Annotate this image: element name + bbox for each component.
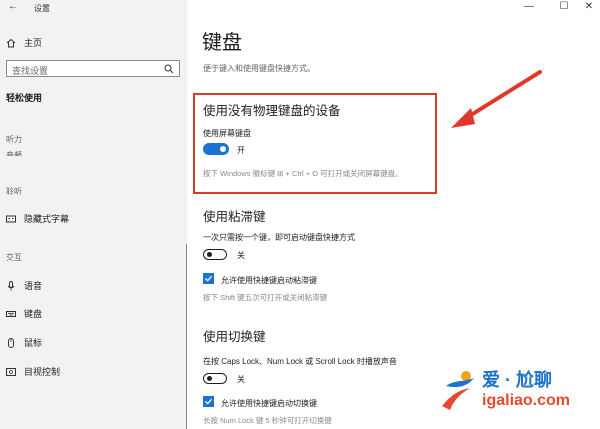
minimize-button[interactable]: — <box>518 0 540 12</box>
togglekeys-heading: 使用切换键 <box>203 330 266 344</box>
sidebar-item-speech[interactable]: 语音 <box>6 279 42 292</box>
sidebar-item-label: 隐藏式字幕 <box>24 214 70 224</box>
red-arrow-icon <box>451 70 542 128</box>
togglekeys-shortcut-checkbox[interactable] <box>203 396 214 407</box>
sidebar-item-label: 鼠标 <box>24 338 43 348</box>
window-title: 设置 <box>34 4 50 13</box>
watermark-domain: igaliao.com <box>482 392 571 409</box>
section-interaction: 交互 <box>6 253 22 262</box>
sidebar-item-home[interactable]: 主页 <box>6 36 42 49</box>
checkmark-icon <box>205 275 212 282</box>
search-placeholder: 查找设置 <box>12 66 49 76</box>
search-icon <box>164 64 174 74</box>
section-hearing: 听力 <box>6 135 22 144</box>
sidebar-item-eye-control[interactable]: 目视控制 <box>6 365 60 378</box>
sticky-shortcut-checkbox[interactable] <box>203 273 214 284</box>
maximize-button[interactable]: ☐ <box>553 0 575 12</box>
highlight-box <box>193 93 437 194</box>
microphone-icon <box>7 280 15 290</box>
section-vision-partial: 聆听 <box>6 187 22 196</box>
keyboard-icon <box>6 310 16 317</box>
sidebar-item-label: 键盘 <box>24 309 43 319</box>
sidebar-item-label: 目视控制 <box>24 367 61 377</box>
category-title: 轻松使用 <box>6 93 43 103</box>
captions-icon <box>6 215 16 222</box>
sticky-shortcut-label: 允许使用快捷键启动粘滞键 <box>221 276 317 285</box>
togglekeys-desc: 在按 Caps Lock、Num Lock 或 Scroll Lock 时播放声… <box>203 357 397 366</box>
sidebar-item-captions[interactable]: 隐藏式字幕 <box>6 212 69 225</box>
sidebar-item-mouse[interactable]: 鼠标 <box>6 336 42 349</box>
togglekeys-hint: 长按 Num Lock 键 5 秒钟可打开切换键 <box>203 416 332 425</box>
back-icon[interactable]: ← <box>8 1 18 12</box>
togglekeys-toggle[interactable] <box>203 373 227 384</box>
sidebar-item-audio-partial[interactable]: 音频 <box>6 150 22 156</box>
search-input[interactable]: 查找设置 <box>6 60 180 77</box>
sidebar: ← 设置 主页 查找设置 轻松使用 听力 音频 聆听 隐藏式字幕 交互 语音 键… <box>0 0 188 429</box>
sticky-toggle[interactable] <box>203 249 227 260</box>
watermark-logo-icon <box>442 371 474 410</box>
sidebar-item-label: 主页 <box>24 38 43 48</box>
watermark: 爱 · 尬聊 igaliao.com <box>436 360 596 422</box>
togglekeys-state: 关 <box>237 375 245 384</box>
eye-control-icon <box>6 367 16 376</box>
mouse-icon <box>8 337 14 348</box>
close-button[interactable]: ✕ <box>578 0 600 12</box>
page-subtitle: 便于键入和使用键盘快捷方式。 <box>203 64 315 73</box>
sticky-hint: 按下 Shift 键五次可打开或关闭粘滞键 <box>203 293 328 302</box>
page-title: 键盘 <box>202 32 242 54</box>
sidebar-item-label: 语音 <box>24 281 43 291</box>
sticky-desc: 一次只需按一个键，即可启动键盘快捷方式 <box>203 233 355 242</box>
sticky-state: 关 <box>237 251 245 260</box>
checkmark-icon <box>205 398 212 405</box>
home-icon <box>6 38 16 47</box>
watermark-brand: 爱 · 尬聊 <box>482 370 552 390</box>
togglekeys-shortcut-label: 允许使用快捷键启动切换键 <box>221 399 317 408</box>
sidebar-item-keyboard[interactable]: 键盘 <box>6 307 42 320</box>
sticky-heading: 使用粘滞键 <box>203 210 266 224</box>
